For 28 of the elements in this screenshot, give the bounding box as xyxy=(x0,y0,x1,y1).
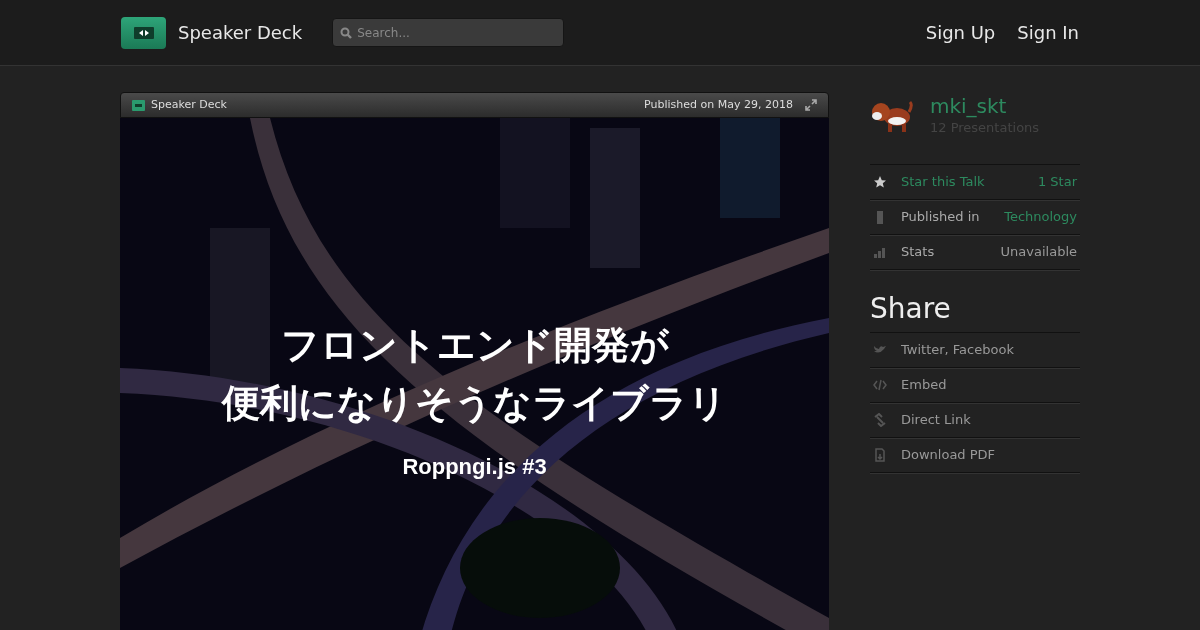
meta-label[interactable]: Star this Talk xyxy=(901,171,985,192)
search-field[interactable]: Search... xyxy=(332,18,565,47)
share-link[interactable]: Download PDF xyxy=(901,444,996,465)
published-date: Published on May 29, 2018 xyxy=(644,96,793,113)
meta-value[interactable]: Technology xyxy=(1004,206,1077,227)
site-brand[interactable]: Speaker Deck xyxy=(178,19,303,46)
logo-icon[interactable] xyxy=(121,16,166,49)
author-name[interactable]: mki_skt xyxy=(930,94,1040,118)
share-link[interactable]: Embed xyxy=(901,374,947,395)
meta-value: Unavailable xyxy=(1000,242,1077,261)
share-link[interactable]: Direct Link xyxy=(901,409,971,430)
search-icon xyxy=(340,27,353,39)
slide-title: 便利になりそうなライブラリ xyxy=(222,379,727,427)
logo-icon xyxy=(132,99,145,111)
meta-label: Stats xyxy=(901,242,935,261)
meta-label: Published in xyxy=(901,207,980,226)
share-heading: Share xyxy=(870,291,1080,333)
meta-value[interactable]: 1 Star xyxy=(1037,171,1077,192)
share-link[interactable]: Twitter, Facebook xyxy=(901,339,1014,360)
nav-link[interactable]: Sign In xyxy=(1017,19,1079,46)
star-icon xyxy=(873,174,887,189)
download-icon xyxy=(873,447,887,462)
slide-subtitle: Roppngi.js #3 xyxy=(402,453,547,481)
code-icon xyxy=(873,377,887,392)
fullscreen-icon[interactable] xyxy=(805,99,817,111)
player-brand: Speaker Deck xyxy=(151,96,227,113)
slide-title: フロントエンド開発が xyxy=(280,321,669,369)
nav-link[interactable]: Sign Up xyxy=(925,19,996,46)
